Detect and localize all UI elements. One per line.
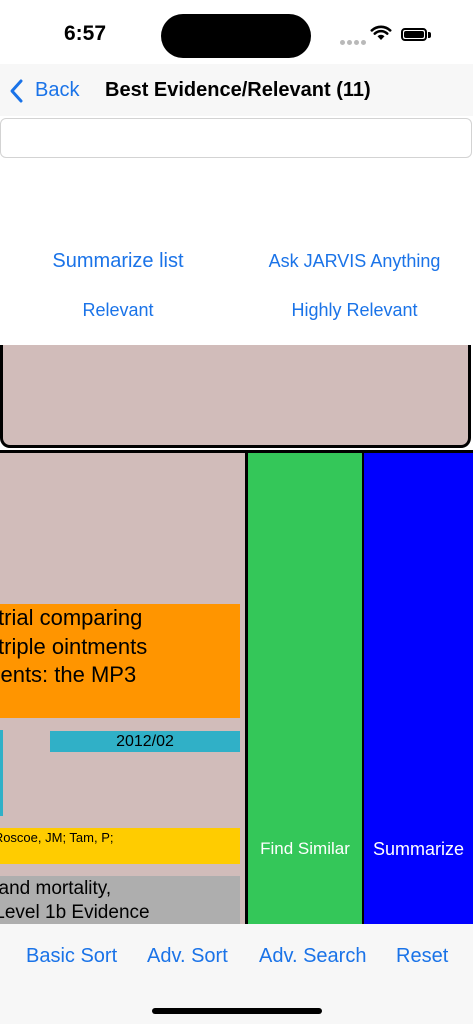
summarize-article-label: Summarize (372, 839, 465, 859)
publication-date-badge: 2012/02 (50, 731, 240, 752)
battery-tip (428, 32, 431, 38)
authors-box: n, S; Lok, CE; Roscoe, JM; Tam, P; ssal,… (0, 828, 240, 864)
highly-relevant-filter-button[interactable]: Highly Relevant (236, 300, 473, 321)
article-title-box: trolled trial comparing sporin triple oi… (0, 604, 240, 718)
status-time: 6:57 (64, 22, 107, 45)
evidence-level-box: orbidity and mortality, d Trial, Level 1… (0, 876, 240, 924)
page-title: Best Evidence/Relevant (11) (105, 79, 371, 101)
battery-icon (401, 28, 427, 41)
article-evidence-level: orbidity and mortality, d Trial, Level 1… (0, 878, 150, 923)
article-tag-strip (0, 730, 3, 816)
basic-sort-button[interactable]: Basic Sort (26, 945, 117, 968)
dynamic-island (161, 14, 311, 58)
cellular-signal-icon (340, 32, 368, 50)
advanced-search-button[interactable]: Adv. Search (259, 945, 366, 968)
ask-jarvis-button[interactable]: Ask JARVIS Anything (236, 251, 473, 272)
previous-result-card[interactable] (0, 345, 471, 448)
reset-button[interactable]: Reset (396, 945, 448, 968)
back-chevron-icon[interactable] (8, 78, 26, 109)
find-similar-button[interactable]: Find Similar (248, 450, 364, 924)
find-similar-label: Find Similar (260, 839, 350, 858)
relevant-filter-button[interactable]: Relevant (0, 300, 236, 321)
advanced-sort-button[interactable]: Adv. Sort (147, 945, 228, 968)
wifi-icon (370, 24, 392, 46)
summarize-article-button[interactable]: Summarize (364, 450, 473, 924)
home-indicator[interactable] (152, 1008, 322, 1014)
article-authors: n, S; Lok, CE; Roscoe, JM; Tam, P; ssal,… (0, 830, 114, 845)
search-input[interactable] (0, 118, 472, 158)
back-button[interactable]: Back (35, 79, 79, 102)
article-title: trolled trial comparing sporin triple oi… (0, 605, 148, 687)
summarize-list-button[interactable]: Summarize list (0, 250, 236, 273)
